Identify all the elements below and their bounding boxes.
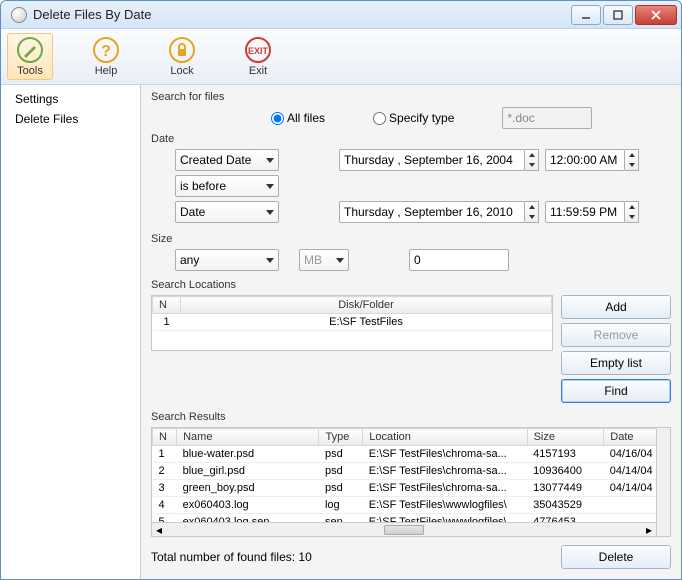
add-button[interactable]: Add: [561, 295, 671, 319]
exit-label: Exit: [249, 65, 267, 77]
sidebar: Settings Delete Files: [1, 85, 141, 579]
date-combo[interactable]: Date: [175, 201, 279, 223]
find-button[interactable]: Find: [561, 379, 671, 403]
app-icon: [11, 7, 27, 23]
date-to-field[interactable]: Thursday , September 16, 2010: [339, 201, 525, 223]
specify-type-input[interactable]: *.doc: [502, 107, 592, 129]
size-unit-combo[interactable]: MB: [299, 249, 349, 271]
help-button[interactable]: ? Help: [83, 33, 129, 80]
result-row[interactable]: 1blue-water.psdpsdE:\SF TestFiles\chroma…: [153, 446, 670, 463]
window-title: Delete Files By Date: [33, 7, 571, 22]
date-to-spinner[interactable]: [525, 201, 539, 223]
minimize-button[interactable]: [571, 5, 601, 25]
location-row[interactable]: 1E:\SF TestFiles: [153, 314, 552, 331]
help-label: Help: [95, 65, 118, 77]
loc-col-n[interactable]: N: [153, 297, 181, 314]
res-col-size[interactable]: Size: [527, 429, 604, 446]
res-col-name[interactable]: Name: [177, 429, 319, 446]
main-panel: Search for files All files Specify type …: [141, 85, 681, 579]
results-hscroll[interactable]: ◂ ▸: [152, 522, 656, 536]
empty-list-button[interactable]: Empty list: [561, 351, 671, 375]
res-col-type[interactable]: Type: [319, 429, 363, 446]
results-table[interactable]: N Name Type Location Size Date 1blue-wat…: [151, 427, 671, 537]
radio-all-files[interactable]: All files: [271, 111, 325, 125]
total-files-label: Total number of found files: 10: [151, 550, 312, 564]
time-to-spinner[interactable]: [625, 201, 639, 223]
maximize-button[interactable]: [603, 5, 633, 25]
created-date-combo[interactable]: Created Date: [175, 149, 279, 171]
is-before-combo[interactable]: is before: [175, 175, 279, 197]
tools-label: Tools: [17, 65, 43, 77]
time-to-field[interactable]: 11:59:59 PM: [545, 201, 625, 223]
size-value-input[interactable]: 0: [409, 249, 509, 271]
loc-col-folder[interactable]: Disk/Folder: [181, 297, 552, 314]
locations-table[interactable]: N Disk/Folder 1E:\SF TestFiles: [151, 295, 553, 351]
locations-label: Search Locations: [151, 279, 671, 291]
date-from-field[interactable]: Thursday , September 16, 2004: [339, 149, 525, 171]
radio-specify-type[interactable]: Specify type: [373, 111, 454, 125]
titlebar: Delete Files By Date: [1, 1, 681, 29]
tools-button[interactable]: Tools: [7, 33, 53, 80]
scroll-left-icon[interactable]: ◂: [152, 523, 166, 537]
res-col-n[interactable]: N: [153, 429, 177, 446]
svg-text:?: ?: [101, 43, 111, 60]
lock-icon: [168, 36, 196, 64]
size-label: Size: [151, 233, 671, 245]
time-from-field[interactable]: 12:00:00 AM: [545, 149, 625, 171]
svg-text:EXIT: EXIT: [248, 46, 269, 56]
delete-button[interactable]: Delete: [561, 545, 671, 569]
scroll-thumb[interactable]: [384, 525, 424, 535]
question-icon: ?: [92, 36, 120, 64]
lock-label: Lock: [170, 65, 193, 77]
sidebar-item-delete-files[interactable]: Delete Files: [1, 109, 140, 129]
date-from-spinner[interactable]: [525, 149, 539, 171]
sidebar-item-settings[interactable]: Settings: [1, 89, 140, 109]
close-button[interactable]: [635, 5, 677, 25]
remove-button[interactable]: Remove: [561, 323, 671, 347]
toolbar: Tools ? Help Lock EXIT Exit: [1, 29, 681, 85]
result-row[interactable]: 2blue_girl.psdpsdE:\SF TestFiles\chroma-…: [153, 463, 670, 480]
size-any-combo[interactable]: any: [175, 249, 279, 271]
lock-button[interactable]: Lock: [159, 33, 205, 80]
time-from-spinner[interactable]: [625, 149, 639, 171]
scroll-right-icon[interactable]: ▸: [642, 523, 656, 537]
exit-button[interactable]: EXIT Exit: [235, 33, 281, 80]
search-files-label: Search for files: [151, 91, 671, 103]
result-row[interactable]: 3green_boy.psdpsdE:\SF TestFiles\chroma-…: [153, 480, 670, 497]
date-label: Date: [151, 133, 671, 145]
app-window: Delete Files By Date Tools ? Help Lock E…: [0, 0, 682, 580]
exit-icon: EXIT: [244, 36, 272, 64]
result-row[interactable]: 4ex060403.loglogE:\SF TestFiles\wwwlogfi…: [153, 497, 670, 514]
results-vscroll[interactable]: [656, 428, 670, 536]
results-label: Search Results: [151, 411, 671, 423]
pencil-icon: [16, 36, 44, 64]
res-col-location[interactable]: Location: [363, 429, 527, 446]
